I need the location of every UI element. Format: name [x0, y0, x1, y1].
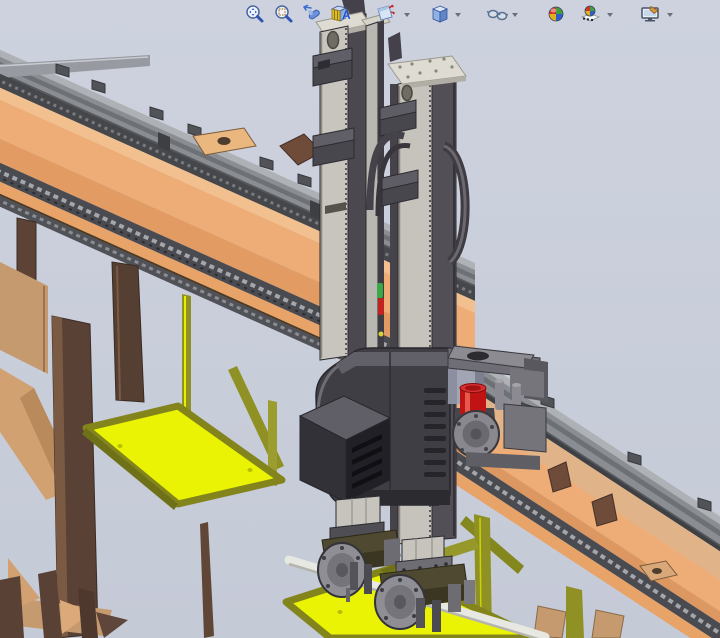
heads-up-toolbar: A — [0, 0, 720, 30]
magnifier-fit-icon — [246, 5, 264, 23]
view-orientation-button[interactable] — [374, 3, 396, 25]
previous-view-arrow-icon — [303, 4, 320, 20]
eyeglasses-icon — [486, 9, 508, 21]
indicator-red — [378, 298, 384, 315]
display-style-dropdown[interactable] — [455, 13, 461, 17]
view-settings-dropdown[interactable] — [667, 13, 673, 17]
hide-show-items-dropdown[interactable] — [512, 13, 518, 17]
previous-view-button[interactable] — [301, 3, 323, 25]
shaded-cube-icon — [431, 5, 449, 23]
annotation-views-button[interactable]: A — [342, 8, 351, 22]
magnifier-area-icon — [275, 5, 293, 23]
zoom-to-area-button[interactable] — [273, 3, 295, 25]
display-style-button[interactable] — [429, 3, 451, 25]
scene-sphere-icon — [580, 5, 601, 22]
apply-scene-dropdown[interactable] — [607, 13, 613, 17]
view-orientation-dropdown[interactable] — [404, 13, 410, 17]
model-canvas — [0, 0, 720, 638]
view-cube-panel-icon — [377, 4, 395, 21]
apply-scene-button[interactable] — [579, 3, 601, 25]
cad-viewport[interactable]: A — [0, 0, 720, 638]
hide-show-items-button[interactable] — [486, 3, 508, 25]
platform-left[interactable] — [82, 294, 286, 510]
edit-appearance-button[interactable] — [545, 3, 567, 25]
zoom-to-fit-button[interactable] — [244, 3, 266, 25]
color-sphere-icon — [548, 6, 564, 22]
view-settings-button[interactable] — [639, 3, 661, 25]
indicator-green — [377, 283, 383, 298]
red-cylinder — [459, 383, 487, 414]
monitor-icon — [641, 5, 659, 22]
